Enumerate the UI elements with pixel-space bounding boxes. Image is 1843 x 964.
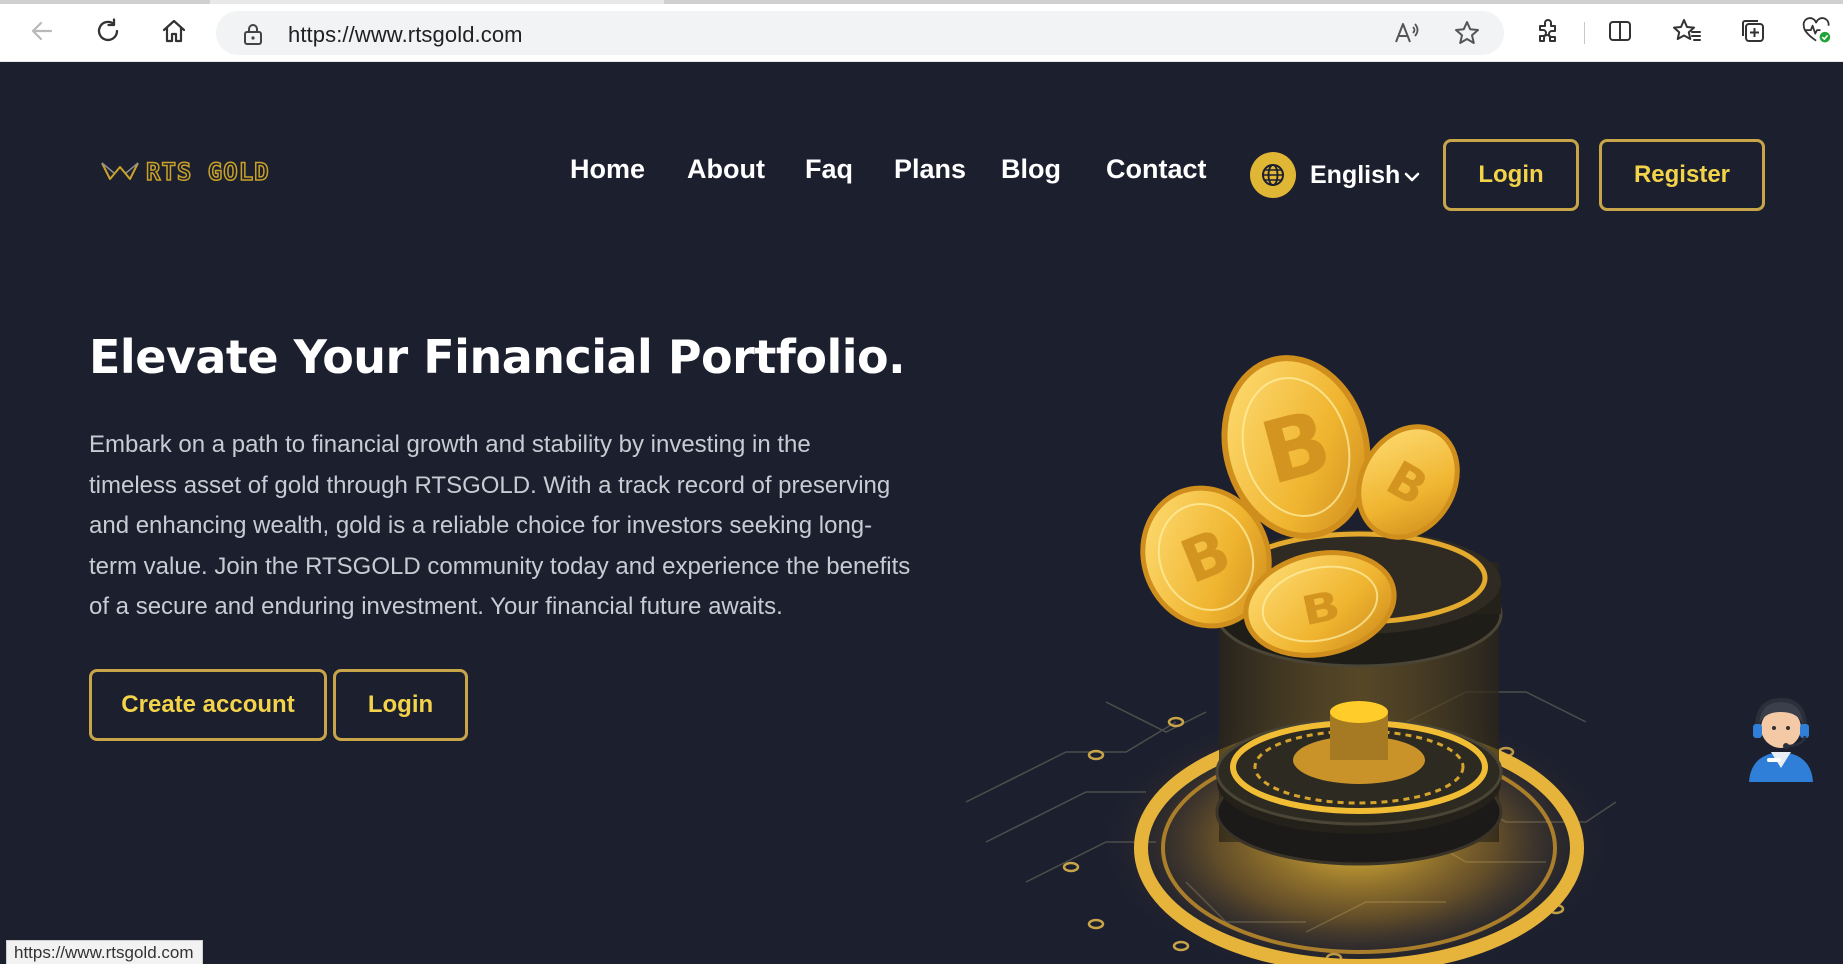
hero-line: term value. Join the RTSGOLD community t…	[89, 552, 911, 580]
header-login-button[interactable]: Login	[1443, 139, 1579, 211]
split-screen-button[interactable]	[1605, 16, 1635, 46]
favorite-star-icon	[1455, 21, 1479, 44]
nav-home[interactable]: Home	[570, 154, 645, 185]
hero-line: Embark on a path to financial growth and…	[89, 431, 811, 458]
refresh-button[interactable]	[90, 13, 126, 49]
url-text[interactable]: https://www.rtsgold.com	[288, 22, 523, 48]
hero-line: timeless asset of gold through RTSGOLD. …	[89, 471, 891, 499]
home-button[interactable]	[156, 13, 192, 49]
split-screen-icon	[1609, 21, 1631, 41]
status-bar-url: https://www.rtsgold.com	[6, 940, 203, 964]
nav-plans[interactable]: Plans	[894, 154, 966, 185]
nav-faq[interactable]: Faq	[805, 154, 853, 185]
favorites-icon	[1673, 19, 1701, 41]
logo-text: RTS GOLD	[145, 157, 270, 187]
favorites-button[interactable]	[1672, 16, 1702, 46]
toolbar-divider	[1584, 22, 1585, 44]
hero-login-button[interactable]: Login	[333, 669, 468, 741]
language-selector[interactable]: English	[1250, 152, 1420, 198]
add-favorite-button[interactable]	[1452, 18, 1482, 48]
extensions-button[interactable]	[1533, 16, 1563, 46]
read-aloud-icon	[1395, 23, 1419, 43]
language-label: English	[1310, 160, 1401, 189]
collections-icon	[1742, 20, 1764, 42]
refresh-icon	[97, 18, 119, 42]
page-viewport: RTS GOLD Home About Faq Plans Blog Conta…	[6, 62, 1843, 964]
nav-blog[interactable]: Blog	[1001, 154, 1061, 185]
browser-essentials-button[interactable]	[1802, 16, 1832, 46]
crown-logo-icon	[101, 162, 139, 180]
hero-title: Elevate Your Financial Portfolio.	[89, 330, 906, 384]
nav-contact[interactable]: Contact	[1106, 154, 1207, 185]
browser-toolbar: https://www.rtsgold.com	[0, 0, 1843, 62]
chevron-down-icon	[1404, 172, 1420, 182]
home-icon	[162, 19, 186, 43]
back-arrow-icon	[31, 21, 53, 41]
hero-description: Embark on a path to financial growth and…	[89, 425, 919, 628]
read-aloud-button[interactable]	[1392, 18, 1422, 48]
back-button[interactable]	[24, 13, 60, 49]
hero-line: of a secure and enduring investment. You…	[89, 593, 783, 621]
lock-icon[interactable]	[242, 22, 264, 46]
support-agent-icon[interactable]	[1741, 692, 1821, 784]
extensions-icon	[1539, 19, 1556, 42]
health-icon	[1802, 17, 1831, 43]
register-button[interactable]: Register	[1599, 139, 1765, 211]
bitcoin-stack-illustration: B B B B	[965, 355, 1617, 964]
address-bar[interactable]: https://www.rtsgold.com	[216, 11, 1504, 55]
nav-about[interactable]: About	[687, 154, 765, 185]
globe-icon	[1250, 152, 1296, 198]
hero-line: and enhancing wealth, gold is a reliable…	[89, 512, 873, 540]
site-logo[interactable]: RTS GOLD	[100, 157, 270, 187]
collections-button[interactable]	[1738, 16, 1768, 46]
create-account-button[interactable]: Create account	[89, 669, 327, 741]
tab-strip	[0, 0, 1843, 4]
